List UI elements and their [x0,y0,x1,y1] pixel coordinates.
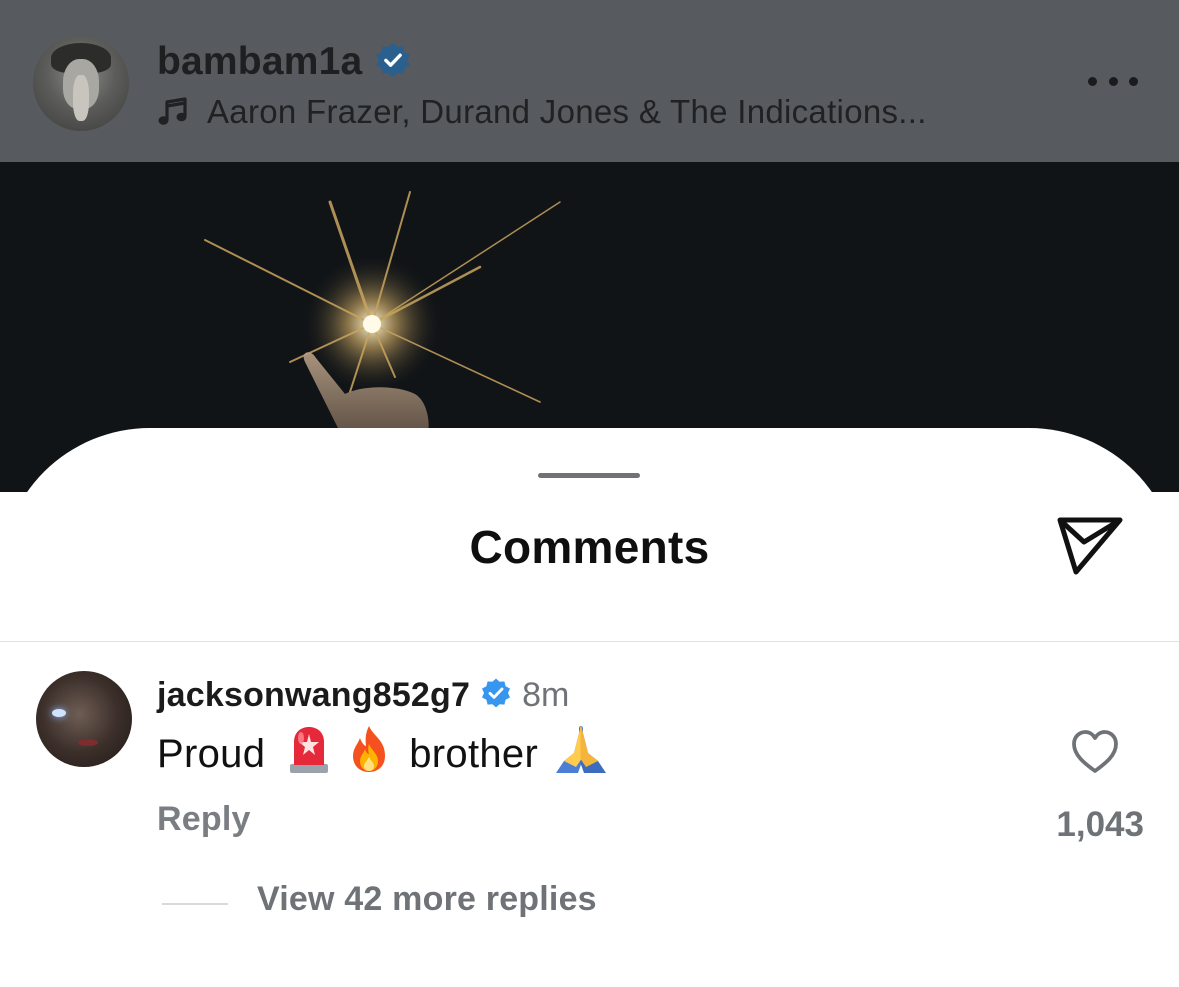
comment-time: 8m [522,675,570,714]
music-title: Aaron Frazer, Durand Jones & The Indicat… [207,93,927,130]
more-horizontal-icon[interactable] [1088,72,1138,90]
comment-header: jacksonwang852g7 8m [157,672,569,718]
author-username[interactable]: bambam1a [157,40,362,84]
comment-word-proud: Proud [157,731,266,776]
commenter-avatar[interactable] [36,671,132,767]
folded-hands-emoji [552,723,610,785]
avatar-hands [73,75,89,121]
music-row[interactable]: Aaron Frazer, Durand Jones & The Indicat… [157,90,927,134]
author-avatar[interactable] [33,35,129,131]
siren-emoji [287,724,331,784]
view-replies-button[interactable]: View 42 more replies [257,880,597,919]
verified-badge-icon [480,677,512,714]
author-row: bambam1a [157,38,412,86]
heart-outline-icon[interactable] [1070,728,1120,776]
post-header: bambam1a Aaron Frazer, Durand Jones & Th… [0,0,1179,162]
replies-divider [162,903,228,905]
send-icon[interactable] [1054,512,1128,578]
like-count: 1,043 [1056,805,1144,844]
commenter-username[interactable]: jacksonwang852g7 [157,676,470,715]
sheet-divider [0,641,1179,642]
avatar-lips [78,739,98,746]
reply-button[interactable]: Reply [157,800,251,839]
comment-word-brother: brother [409,731,539,776]
comments-screen: bambam1a Aaron Frazer, Durand Jones & Th… [0,0,1179,987]
comment-text: Proud brother [157,725,610,780]
verified-badge-icon [374,41,412,84]
sheet-title: Comments [469,521,710,573]
drag-handle[interactable] [538,473,640,478]
music-note-icon [157,96,189,128]
fire-emoji [347,724,391,784]
avatar-eye-glow [52,709,66,717]
